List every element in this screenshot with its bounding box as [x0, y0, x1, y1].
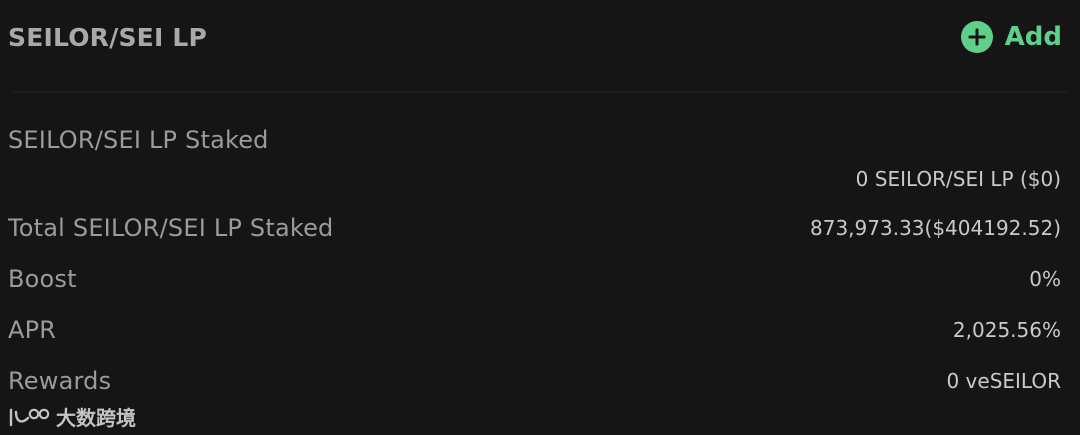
- staking-pool-panel: SEILOR/SEI LP Add SEILOR/SEI LP Staked 0…: [0, 0, 1080, 435]
- staked-value: 0 SEILOR/SEI LP ($0): [855, 167, 1061, 191]
- watermark-text: 大数跨境: [56, 406, 136, 430]
- header-divider: [12, 91, 1068, 93]
- pool-title: SEILOR/SEI LP: [8, 22, 207, 52]
- add-button-label: Add: [1004, 22, 1062, 52]
- watermark-logo: [9, 408, 50, 426]
- staked-label: SEILOR/SEI LP Staked: [8, 126, 269, 154]
- apr-label: APR: [8, 316, 57, 344]
- rewards-label: Rewards: [8, 367, 112, 395]
- boost-value: 0%: [1029, 267, 1061, 291]
- rewards-value: 0 veSEILOR: [946, 369, 1061, 393]
- panel-header: SEILOR/SEI LP Add: [8, 14, 1062, 60]
- total-staked-label: Total SEILOR/SEI LP Staked: [8, 214, 334, 242]
- plus-circle-icon: [960, 21, 993, 53]
- watermark: 大数跨境: [8, 402, 136, 431]
- apr-value: 2,025.56%: [952, 318, 1061, 342]
- add-liquidity-button[interactable]: Add: [960, 21, 1062, 53]
- total-staked-value: 873,973.33($404192.52): [810, 216, 1061, 240]
- boost-label: Boost: [8, 265, 77, 293]
